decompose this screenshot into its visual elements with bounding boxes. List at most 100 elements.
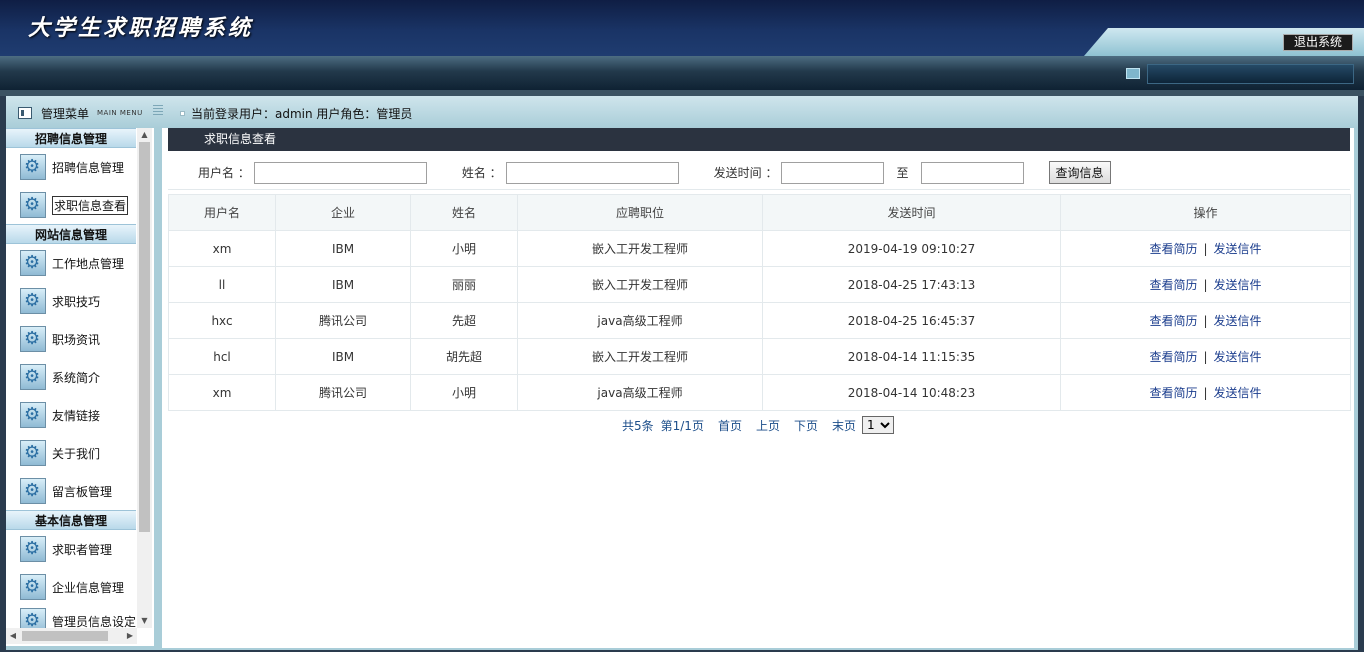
login-info: 当前登录用户：admin 用户角色：管理员 xyxy=(180,105,412,122)
col-header-time: 发送时间 xyxy=(762,194,1061,231)
to-label: 至 xyxy=(896,166,909,180)
cell-name: 丽丽 xyxy=(410,266,518,303)
sidebar-item-guestbook[interactable]: 留言板管理 xyxy=(6,472,136,510)
view-resume-link[interactable]: 查看简历 xyxy=(1149,242,1197,256)
table-row: xm IBM 小明 嵌入工开发工程师 2019-04-19 09:10:27 查… xyxy=(168,230,1351,267)
cell-actions: 查看简历 | 发送信件 xyxy=(1060,338,1351,375)
panel-title: 求职信息查看 xyxy=(168,128,1350,151)
send-letter-link[interactable]: 发送信件 xyxy=(1214,314,1262,328)
sidebar-item-companies[interactable]: 企业信息管理 xyxy=(6,568,136,606)
cell-time: 2019-04-19 09:10:27 xyxy=(762,230,1061,267)
gear-icon xyxy=(20,154,46,180)
pager-prev-link[interactable]: 上页 xyxy=(756,417,780,434)
sub-header-box xyxy=(1147,64,1354,84)
cell-actions: 查看简历 | 发送信件 xyxy=(1060,266,1351,303)
sidebar-item-links[interactable]: 友情链接 xyxy=(6,396,136,434)
name-input[interactable] xyxy=(505,161,679,184)
time-to-input[interactable] xyxy=(920,161,1024,184)
sidebar-item-intro[interactable]: 系统简介 xyxy=(6,358,136,396)
gear-icon xyxy=(20,536,46,562)
sidebar-item-label: 留言板管理 xyxy=(52,484,113,499)
send-letter-link[interactable]: 发送信件 xyxy=(1214,278,1262,292)
scroll-thumb[interactable] xyxy=(22,631,108,641)
sidebar-vertical-scrollbar[interactable]: ▲ ▼ xyxy=(137,128,152,628)
separator: | xyxy=(1203,386,1208,400)
scroll-right-icon[interactable]: ▶ xyxy=(123,628,137,644)
gear-icon xyxy=(20,440,46,466)
app-title: 大学生求职招聘系统 xyxy=(28,15,254,41)
sidebar-item-label: 企业信息管理 xyxy=(52,580,125,595)
pager-first-link[interactable]: 首页 xyxy=(718,417,742,434)
info-bar: 管理菜单 MAIN MENU 当前登录用户：admin 用户角色：管理员 xyxy=(6,96,1358,128)
sidebar-item-label: 招聘信息管理 xyxy=(52,160,125,175)
pager-last-link[interactable]: 末页 xyxy=(832,417,856,434)
logout-button[interactable]: 退出系统 xyxy=(1283,34,1353,51)
gear-icon xyxy=(20,326,46,352)
page-select[interactable]: 1 xyxy=(862,416,895,434)
sidebar-menu: 招聘信息管理 招聘信息管理 求职信息查看 网站信息管理 工作地点管理 求职技巧 … xyxy=(6,128,136,636)
sidebar-category-website[interactable]: 网站信息管理 xyxy=(6,224,136,244)
send-letter-link[interactable]: 发送信件 xyxy=(1214,350,1262,364)
gear-icon xyxy=(20,250,46,276)
menu-subtitle: MAIN MENU xyxy=(97,109,143,117)
table-header-row: 用户名 企业 姓名 应聘职位 发送时间 操作 xyxy=(168,194,1351,231)
query-button[interactable]: 查询信息 xyxy=(1048,161,1111,184)
sidebar-item-label: 友情链接 xyxy=(52,408,101,423)
content-frame: 管理菜单 MAIN MENU 当前登录用户：admin 用户角色：管理员 招聘信… xyxy=(6,96,1358,650)
cell-name: 小明 xyxy=(410,374,518,411)
username-input[interactable] xyxy=(253,161,427,184)
gear-icon xyxy=(20,478,46,504)
sidebar-item-label: 求职者管理 xyxy=(52,542,113,557)
pagination: 共5条 第1/1页 首页 上页 下页 末页 1 xyxy=(162,416,1354,434)
cell-company: 腾讯公司 xyxy=(275,374,411,411)
send-letter-link[interactable]: 发送信件 xyxy=(1214,242,1262,256)
scroll-up-icon[interactable]: ▲ xyxy=(137,128,152,142)
cell-username: xm xyxy=(168,374,276,411)
view-resume-link[interactable]: 查看简历 xyxy=(1149,386,1197,400)
sidebar-item-news[interactable]: 职场资讯 xyxy=(6,320,136,358)
cell-position: 嵌入工开发工程师 xyxy=(517,266,763,303)
sidebar-category-recruit[interactable]: 招聘信息管理 xyxy=(6,128,136,148)
sidebar-category-basic[interactable]: 基本信息管理 xyxy=(6,510,136,530)
cell-company: IBM xyxy=(275,338,411,375)
cell-name: 小明 xyxy=(410,230,518,267)
time-from-input[interactable] xyxy=(781,161,885,184)
sidebar: 招聘信息管理 招聘信息管理 求职信息查看 网站信息管理 工作地点管理 求职技巧 … xyxy=(6,128,154,646)
search-form: 用户名 ： 姓名 ： 发送时间 ： 至 查询信息 xyxy=(168,156,1350,190)
cell-position: 嵌入工开发工程师 xyxy=(517,338,763,375)
scroll-thumb[interactable] xyxy=(139,142,150,532)
bullet-icon xyxy=(180,111,185,116)
username-label: 用户名 ： xyxy=(198,166,250,180)
view-resume-link[interactable]: 查看简历 xyxy=(1149,278,1197,292)
scroll-left-icon[interactable]: ◀ xyxy=(6,628,20,644)
sidebar-item-jobseekers[interactable]: 求职者管理 xyxy=(6,530,136,568)
cell-username: hxc xyxy=(168,302,276,339)
cell-time: 2018-04-25 16:45:37 xyxy=(762,302,1061,339)
table-row: xm 腾讯公司 小明 java高级工程师 2018-04-14 10:48:23… xyxy=(168,374,1351,411)
send-letter-link[interactable]: 发送信件 xyxy=(1214,386,1262,400)
col-header-company: 企业 xyxy=(275,194,411,231)
cell-username: xm xyxy=(168,230,276,267)
sidebar-item-label: 系统简介 xyxy=(52,370,101,385)
sidebar-item-tips[interactable]: 求职技巧 xyxy=(6,282,136,320)
name-label: 姓名 ： xyxy=(461,166,502,180)
monitor-icon xyxy=(1126,68,1140,79)
separator: | xyxy=(1203,350,1208,364)
view-resume-link[interactable]: 查看简历 xyxy=(1149,350,1197,364)
view-resume-link[interactable]: 查看简历 xyxy=(1149,314,1197,328)
menu-collapse-grip-icon[interactable] xyxy=(153,105,163,115)
pager-next-link[interactable]: 下页 xyxy=(794,417,818,434)
sidebar-horizontal-scrollbar[interactable]: ◀ ▶ xyxy=(6,628,137,644)
scroll-down-icon[interactable]: ▼ xyxy=(137,614,152,628)
cell-username: hcl xyxy=(168,338,276,375)
sidebar-item-workplace[interactable]: 工作地点管理 xyxy=(6,244,136,282)
sidebar-item-label: 工作地点管理 xyxy=(52,256,125,271)
cell-actions: 查看简历 | 发送信件 xyxy=(1060,302,1351,339)
cell-company: IBM xyxy=(275,266,411,303)
sidebar-item-about[interactable]: 关于我们 xyxy=(6,434,136,472)
sidebar-item-jobseek-view[interactable]: 求职信息查看 xyxy=(6,186,136,224)
cell-position: java高级工程师 xyxy=(517,374,763,411)
sidebar-item-recruit-manage[interactable]: 招聘信息管理 xyxy=(6,148,136,186)
gear-icon xyxy=(20,288,46,314)
cell-time: 2018-04-25 17:43:13 xyxy=(762,266,1061,303)
